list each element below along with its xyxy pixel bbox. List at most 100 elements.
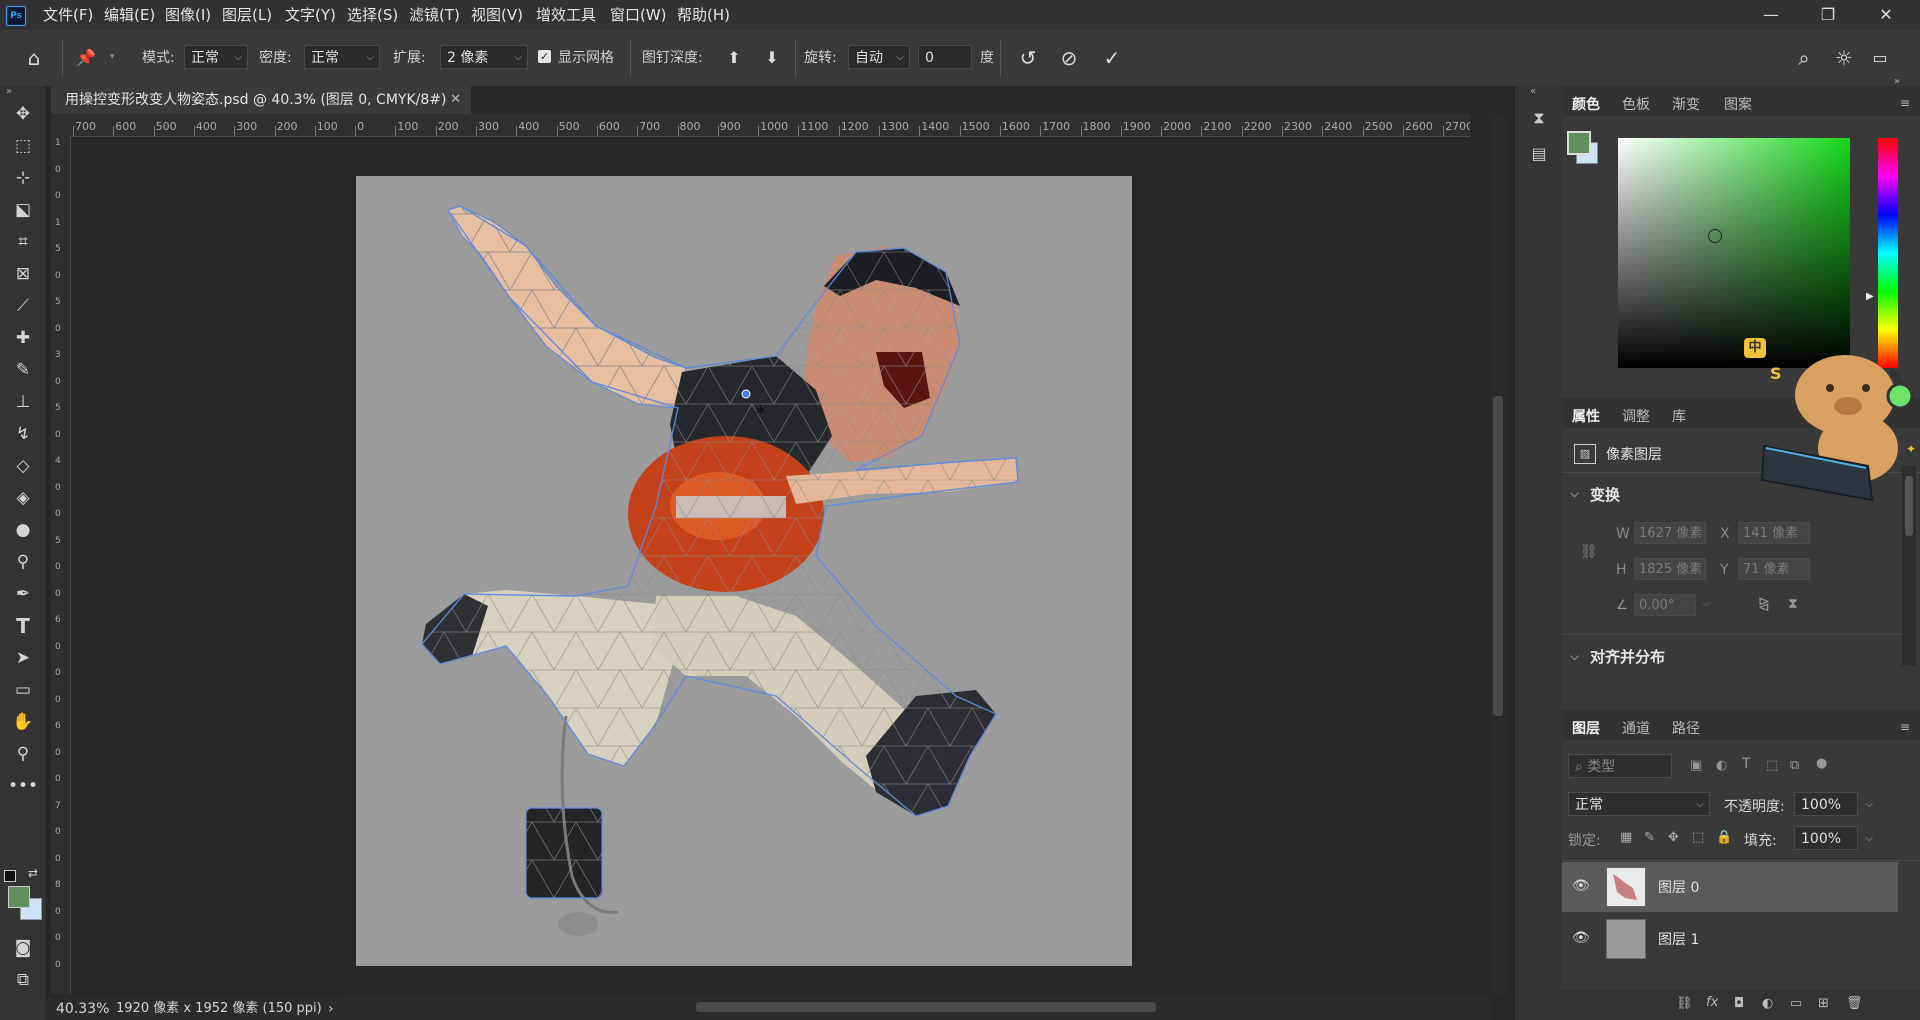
panel-menu-icon[interactable]: ≡ [1900,720,1910,734]
close-tab-icon[interactable]: ✕ [450,86,461,114]
zoom-tool-icon[interactable]: ⚲ [8,740,38,768]
mode-select[interactable]: 正常 ⌵ [184,45,248,69]
delete-layer-icon[interactable]: 🗑 [1846,996,1863,1011]
flip-vertical-icon[interactable]: ⧗ [1788,596,1798,612]
new-group-icon[interactable]: ▭ [1790,996,1802,1011]
vertical-scrollbar[interactable] [1490,114,1506,994]
menu-help[interactable]: 帮助(H) [677,0,730,30]
fill-input[interactable]: 100% ⌵ [1794,826,1873,850]
filter-toggle-icon[interactable]: ● [1816,756,1827,771]
panel-menu-icon[interactable]: ≡ [1900,96,1910,110]
menu-view[interactable]: 视图(V) [471,0,523,30]
default-colors-icon[interactable] [4,870,16,882]
chevron-down-icon[interactable]: ⌵ [1570,486,1579,501]
menu-select[interactable]: 选择(S) [347,0,398,30]
pen-tool-icon[interactable]: ✒ [8,580,38,608]
tab-adjustments[interactable]: 调整 [1622,402,1650,432]
healing-brush-icon[interactable]: ✚ [8,324,38,352]
tab-color[interactable]: 颜色 [1572,90,1600,120]
blend-mode-select[interactable]: 正常 ⌵ [1568,792,1710,816]
pin-forward-icon[interactable]: ⬆ [720,44,748,72]
horizontal-scroll-thumb[interactable] [696,1002,1156,1012]
add-mask-icon[interactable]: ◘ [1734,996,1744,1011]
tab-patterns[interactable]: 图案 [1724,90,1752,120]
hue-slider-marker-icon[interactable]: ▶ [1866,291,1874,302]
document-canvas[interactable]: ✶ [356,176,1132,966]
menu-plugins[interactable]: 增效工具 [536,0,596,30]
collapse-arrows-icon[interactable]: » [6,86,12,97]
tab-gradients[interactable]: 渐变 [1672,90,1700,120]
swap-colors-icon[interactable]: ⇄ [28,866,38,880]
history-brush-icon[interactable]: ↯ [8,420,38,448]
tab-channels[interactable]: 通道 [1622,714,1650,744]
adjustment-layer-icon[interactable]: ◐ [1762,996,1773,1011]
menu-type[interactable]: 文字(Y) [285,0,336,30]
layer-row-0[interactable]: 👁 图层 0 [1562,862,1898,912]
vertical-scroll-thumb[interactable] [1493,396,1503,716]
move-tool-icon[interactable]: ✥ [8,100,38,128]
menu-layer[interactable]: 图层(L) [222,0,272,30]
menu-image[interactable]: 图像(I) [165,0,211,30]
filter-pixel-icon[interactable]: ▣ [1690,758,1702,773]
object-selection-icon[interactable]: ⊹ [8,164,38,192]
screen-mode-icon[interactable]: ⧉ [8,966,38,994]
angle-field[interactable]: 0.00° [1634,594,1696,616]
zoom-level[interactable]: 40.33% [56,998,109,1020]
chevron-down-icon[interactable]: ⌵ [1865,827,1873,851]
expand-input[interactable]: 2 像素 ⌵ [440,45,528,69]
paint-bucket-icon[interactable]: ◈ [8,484,38,512]
workspace-icon[interactable]: ▭ [1866,44,1894,72]
filter-type-icon[interactable]: T [1742,756,1751,772]
undo-icon[interactable]: ↺ [1014,44,1042,72]
search-icon[interactable]: ⌕ [1790,44,1818,72]
menu-edit[interactable]: 编辑(E) [104,0,155,30]
flip-horizontal-icon[interactable]: ⧎ [1758,596,1770,612]
commit-check-icon[interactable]: ✓ [1098,44,1126,72]
w-field[interactable]: 1627 像素 [1634,522,1706,544]
rotate-select[interactable]: 自动 ⌵ [848,45,910,69]
pin-point[interactable] [741,389,751,399]
visibility-eye-icon[interactable]: 👁 [1572,878,1592,894]
vertical-ruler[interactable]: 1 0 0 1 5 0 5 0 3 0 5 0 4 0 0 5 0 0 6 0 0 0 6 0 0 7 0 0 8 0 0 0 [51,136,71,994]
horizontal-scrollbar[interactable] [340,996,1490,1020]
menu-filter[interactable]: 滤镜(T) [409,0,460,30]
path-selection-icon[interactable]: ➤ [8,644,38,672]
density-select[interactable]: 正常 ⌵ [304,45,380,69]
angle-input[interactable]: 0 [918,45,972,69]
lock-position-icon[interactable]: ✥ [1668,830,1679,845]
lock-transparency-icon[interactable]: ▦ [1620,830,1632,845]
hand-tool-icon[interactable]: ✋ [8,708,38,736]
rectangle-tool-icon[interactable]: ▭ [8,676,38,704]
status-menu-arrow-icon[interactable]: › [328,998,334,1020]
menu-file[interactable]: 文件(F) [43,0,93,30]
minimize-icon[interactable]: — [1748,0,1794,30]
object-select-icon[interactable]: ⬕ [8,196,38,224]
chevron-down-icon[interactable]: ⌵ [1570,649,1579,664]
horizontal-ruler[interactable]: 700 600 500 400 300 200 100 0 100 200 300 400 500 600… [70,114,1470,137]
lock-all-icon[interactable]: 🔒 [1716,830,1732,845]
visibility-eye-icon[interactable]: 👁 [1572,930,1592,946]
collapse-right-icon[interactable]: » [1894,76,1900,87]
cancel-icon[interactable]: ⊘ [1055,44,1083,72]
pin-backward-icon[interactable]: ⬇ [758,44,786,72]
layer-row-1[interactable]: 👁 图层 1 [1562,914,1898,964]
tab-swatches[interactable]: 色板 [1622,90,1650,120]
filter-adjustment-icon[interactable]: ◐ [1716,758,1727,773]
tab-properties[interactable]: 属性 [1572,402,1600,432]
puppet-pin-tool-icon[interactable]: 📌 [72,44,100,72]
close-window-icon[interactable]: ✕ [1863,0,1909,30]
link-layers-icon[interactable]: ⛓ [1676,996,1693,1011]
restore-icon[interactable]: ❐ [1805,0,1851,30]
blur-tool-icon[interactable]: ● [8,516,38,544]
home-icon[interactable]: ⌂ [20,44,48,72]
ruler-origin[interactable] [51,114,70,136]
link-proportions-icon[interactable]: ⛓ [1580,544,1598,560]
expand-panels-icon[interactable]: « [1530,86,1536,97]
quick-mask-icon[interactable]: ◙ [8,934,38,962]
y-field[interactable]: 71 像素 [1738,558,1810,580]
comments-panel-icon[interactable]: ▤ [1527,144,1551,168]
discover-lightbulb-icon[interactable]: ☼ [1830,44,1858,72]
tab-layers[interactable]: 图层 [1572,714,1600,744]
foreground-color-swatch[interactable] [8,886,30,908]
rectangular-marquee-icon[interactable]: ⬚ [8,132,38,160]
